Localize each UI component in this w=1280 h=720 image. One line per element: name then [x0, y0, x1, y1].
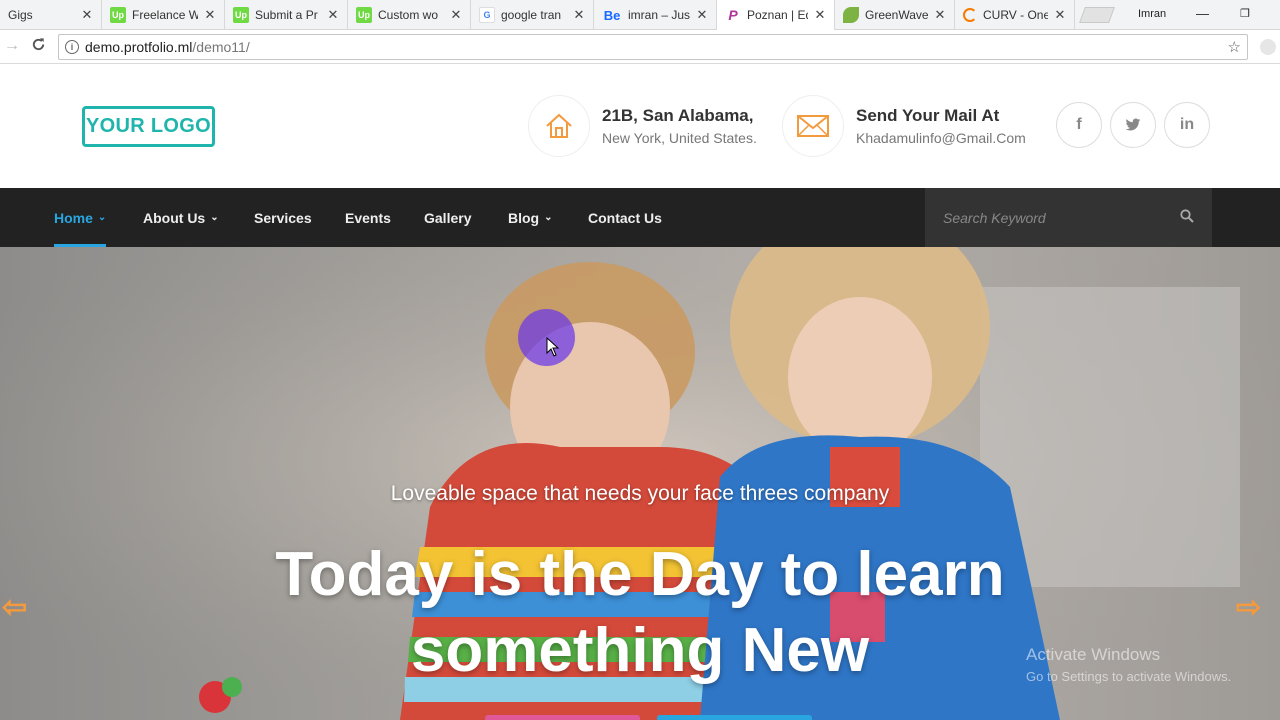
- facebook-icon[interactable]: f: [1056, 102, 1102, 148]
- profile-name[interactable]: Imran: [1138, 8, 1166, 20]
- tab-label: Freelance W: [132, 8, 198, 22]
- tab-label: Submit a Pr: [255, 8, 318, 22]
- nav-item-about-us[interactable]: About Us ⌄: [143, 188, 219, 247]
- loading-icon: [963, 8, 977, 22]
- nav-item-blog[interactable]: Blog ⌄: [508, 188, 553, 247]
- browser-tab[interactable]: Gigs ✕: [0, 0, 102, 30]
- browser-tab[interactable]: CURV - One ✕: [955, 0, 1075, 30]
- browser-tab-active[interactable]: P Poznan | Ed ✕: [717, 0, 835, 30]
- address-subtitle: New York, United States.: [602, 130, 757, 146]
- address-title: 21B, San Alabama,: [602, 106, 754, 125]
- chevron-down-icon: ⌄: [210, 212, 219, 223]
- watermark-subtitle: Go to Settings to activate Windows.: [1026, 669, 1232, 684]
- browser-tab-strip: Gigs ✕ Up Freelance W ✕ Up Submit a Pr ✕…: [0, 0, 1280, 30]
- new-tab-button[interactable]: [1079, 7, 1115, 23]
- hero-button-secondary[interactable]: [657, 715, 812, 720]
- info-icon[interactable]: i: [65, 40, 79, 54]
- nav-item-services[interactable]: Services: [254, 188, 312, 247]
- upwork-icon: Up: [233, 7, 249, 23]
- nav-label: Contact Us: [588, 209, 662, 226]
- close-icon[interactable]: ✕: [1054, 7, 1066, 23]
- google-icon: G: [479, 7, 495, 23]
- site-logo[interactable]: YOUR LOGO: [82, 106, 215, 147]
- forward-icon[interactable]: →: [4, 37, 20, 55]
- upwork-icon: Up: [110, 7, 126, 23]
- twitter-icon[interactable]: [1110, 102, 1156, 148]
- reload-icon[interactable]: [31, 37, 46, 57]
- mail-address[interactable]: Khadamulinfo@Gmail.Com: [856, 130, 1026, 146]
- search-icon[interactable]: [1180, 209, 1194, 228]
- nav-item-contact-us[interactable]: Contact Us: [588, 188, 662, 247]
- close-icon[interactable]: ✕: [934, 7, 946, 23]
- slider-next-arrow-icon[interactable]: ⇨: [1236, 590, 1261, 625]
- tab-label: Gigs: [8, 8, 33, 22]
- close-icon[interactable]: ✕: [814, 7, 826, 23]
- browser-tab[interactable]: Up Submit a Pr ✕: [225, 0, 348, 30]
- search-input[interactable]: [943, 209, 1163, 226]
- tab-label: google tran: [501, 8, 562, 22]
- tab-label: GreenWave: [865, 8, 928, 22]
- close-icon[interactable]: ✕: [573, 7, 585, 23]
- address-info: 21B, San Alabama, New York, United State…: [528, 95, 757, 157]
- mail-info: Send Your Mail At Khadamulinfo@Gmail.Com: [782, 95, 1026, 157]
- watermark-title: Activate Windows: [1026, 645, 1161, 664]
- restore-icon[interactable]: ❐: [1240, 7, 1250, 20]
- bookmark-star-icon[interactable]: ☆: [1228, 38, 1241, 56]
- browser-tab[interactable]: Be imran – Jus ✕: [594, 0, 717, 30]
- main-navigation: Home ⌄ About Us ⌄ Services Events Gallery …: [0, 188, 1280, 247]
- nav-label: Services: [254, 209, 312, 226]
- site-header: YOUR LOGO 21B, San Alabama, New York, Un…: [0, 65, 1280, 188]
- hero-subtitle: Loveable space that needs your face thre…: [390, 482, 890, 505]
- home-icon: [528, 95, 590, 157]
- close-icon[interactable]: ✕: [696, 7, 708, 23]
- nav-label: Events: [345, 209, 391, 226]
- tab-label: Custom wo: [378, 8, 439, 22]
- url-host: demo.protfolio.ml: [85, 39, 193, 55]
- minimize-icon[interactable]: —: [1196, 6, 1209, 21]
- browser-tab[interactable]: Up Custom wo ✕: [348, 0, 471, 30]
- mouse-cursor-icon: [546, 337, 560, 357]
- close-icon[interactable]: ✕: [81, 7, 93, 23]
- envelope-icon: [782, 95, 844, 157]
- upwork-icon: Up: [356, 7, 372, 23]
- url-path: /demo11/: [192, 39, 250, 55]
- browser-toolbar: → i demo.protfolio.ml/demo11/ ☆: [0, 30, 1280, 64]
- nav-label: About Us: [143, 209, 206, 226]
- mail-title: Send Your Mail At: [856, 106, 1000, 125]
- p-icon: P: [728, 7, 738, 23]
- tab-label: CURV - One: [983, 8, 1048, 22]
- close-icon[interactable]: ✕: [327, 7, 339, 23]
- linkedin-icon[interactable]: in: [1164, 102, 1210, 148]
- browser-tab[interactable]: G google tran ✕: [471, 0, 594, 30]
- behance-icon: Be: [603, 7, 621, 23]
- leaf-icon: [843, 7, 859, 23]
- browser-tab[interactable]: Up Freelance W ✕: [102, 0, 225, 30]
- chevron-down-icon: ⌄: [97, 212, 107, 223]
- address-bar[interactable]: i demo.protfolio.ml/demo11/ ☆: [58, 34, 1248, 60]
- nav-item-events[interactable]: Events: [345, 188, 391, 247]
- nav-label: Gallery: [424, 209, 472, 226]
- tab-label: imran – Jus: [628, 8, 690, 22]
- nav-item-home[interactable]: Home ⌄: [54, 188, 107, 247]
- hero-title-line: Today is the Day to learn: [275, 540, 1005, 609]
- windows-activation-watermark: Activate Windows Go to Settings to activ…: [1026, 645, 1231, 684]
- chevron-down-icon: ⌄: [544, 212, 553, 223]
- hero-button-primary[interactable]: [485, 715, 640, 720]
- browser-tab[interactable]: GreenWave ✕: [835, 0, 955, 30]
- tab-label: Poznan | Ed: [747, 8, 808, 22]
- nav-label: Home: [54, 209, 93, 226]
- extension-icon[interactable]: [1260, 39, 1276, 55]
- nav-item-gallery[interactable]: Gallery: [424, 188, 471, 247]
- slider-prev-arrow-icon[interactable]: ⇦: [2, 590, 27, 625]
- close-icon[interactable]: ✕: [204, 7, 216, 23]
- hero-slider: Loveable space that needs your face thre…: [0, 247, 1280, 720]
- close-icon[interactable]: ✕: [450, 7, 462, 23]
- search-box: [925, 188, 1212, 247]
- nav-label: Blog: [508, 209, 540, 226]
